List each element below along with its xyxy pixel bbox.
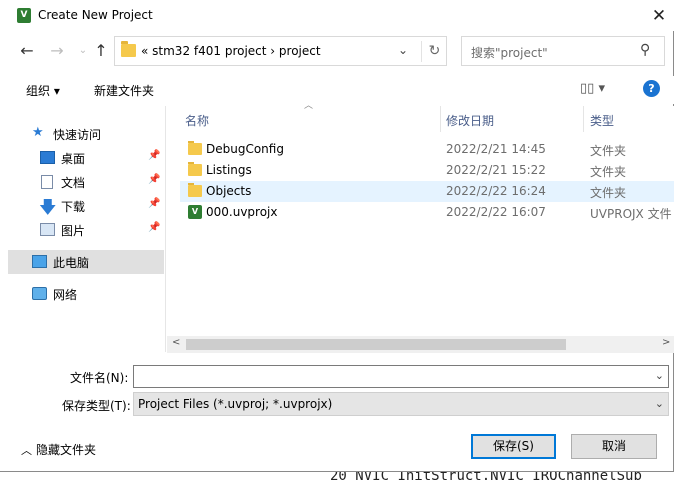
column-header-name[interactable]: 名称 xyxy=(185,112,209,129)
pin-icon: 📌 xyxy=(148,222,161,233)
save-button[interactable]: 保存(S) xyxy=(471,434,556,459)
sidebar-item-downloads[interactable]: 🡇 下载 📌 xyxy=(8,194,164,218)
back-arrow-icon: ← xyxy=(20,41,34,60)
chevron-down-icon[interactable]: ⌄ xyxy=(398,43,408,57)
folder-icon xyxy=(188,183,202,197)
sidebar-item-this-pc[interactable]: 此电脑 xyxy=(8,250,164,274)
chevron-down-icon: ⌄ xyxy=(654,397,664,410)
help-icon[interactable]: ? xyxy=(643,80,660,97)
chevron-down-icon[interactable]: ⌄ xyxy=(655,369,664,382)
sort-caret-icon: ︿ xyxy=(304,101,314,111)
horizontal-scrollbar[interactable]: < > xyxy=(167,336,674,353)
filetype-value: Project Files (*.uvproj; *.uvprojx) xyxy=(138,397,333,411)
view-options-button[interactable]: ▯▯ ▾ xyxy=(580,81,605,96)
sidebar-item-documents[interactable]: 文档 📌 xyxy=(8,170,164,194)
background-editor xyxy=(674,0,683,480)
computer-icon xyxy=(32,255,47,268)
new-folder-button[interactable]: 新建文件夹 xyxy=(94,82,154,99)
search-input[interactable]: 搜索"project" xyxy=(471,44,548,61)
list-item[interactable]: DebugConfig 2022/2/21 14:45 文件夹 xyxy=(180,139,674,160)
folder-icon xyxy=(188,162,202,176)
network-icon xyxy=(32,287,47,300)
chevron-up-icon: ︿ xyxy=(21,444,32,457)
window-title: Create New Project xyxy=(38,8,153,22)
document-icon xyxy=(41,175,53,189)
column-header-date[interactable]: 修改日期 xyxy=(446,112,494,129)
refresh-button[interactable]: ↻ xyxy=(421,41,447,62)
cancel-button[interactable]: 取消 xyxy=(571,434,657,459)
scroll-left-icon[interactable]: < xyxy=(172,337,180,348)
uv-icon: V xyxy=(17,8,31,23)
scrollbar-thumb[interactable] xyxy=(186,339,566,350)
organize-button[interactable]: 组织 ▾ xyxy=(26,82,60,99)
hide-folders-toggle[interactable]: ︿ 隐藏文件夹 xyxy=(21,441,96,458)
filename-field[interactable]: ⌄ xyxy=(133,365,669,388)
search-icon[interactable]: ⚲ xyxy=(640,42,650,58)
list-item[interactable]: Objects 2022/2/22 16:24 文件夹 xyxy=(180,181,674,202)
back-button[interactable]: ← xyxy=(16,40,38,62)
column-divider[interactable] xyxy=(583,106,584,132)
filename-label: 文件名(N): xyxy=(70,371,129,385)
pin-icon: 📌 xyxy=(148,150,161,161)
folder-icon xyxy=(121,41,136,57)
sidebar-item-desktop[interactable]: 桌面 📌 xyxy=(8,146,164,170)
up-button[interactable]: ↑ xyxy=(90,40,112,62)
forward-arrow-icon: → xyxy=(50,41,64,60)
sidebar-item-quick-access[interactable]: ★ 快速访问 xyxy=(8,122,164,146)
scroll-right-icon[interactable]: > xyxy=(662,337,670,348)
filetype-select[interactable]: Project Files (*.uvproj; *.uvprojx) ⌄ xyxy=(133,392,669,416)
up-arrow-icon: ↑ xyxy=(94,41,108,60)
chevron-down-icon: ⌄ xyxy=(78,45,88,56)
search-box[interactable]: 搜索"project" ⚲ xyxy=(461,36,665,66)
close-icon: ✕ xyxy=(651,6,667,26)
background-editor-bottom: 20 NVIC_InitStruct.NVIC_IRQChannelSub xyxy=(0,472,683,480)
sidebar-item-pictures[interactable]: 图片 📌 xyxy=(8,218,164,242)
pictures-icon xyxy=(40,223,55,236)
address-bar[interactable]: « stm32 f401 project › project ⌄ ↻ xyxy=(114,36,447,66)
pin-icon: 📌 xyxy=(148,198,161,209)
filetype-label: 保存类型(T): xyxy=(62,399,131,413)
pin-icon: 📌 xyxy=(148,174,161,185)
column-divider[interactable] xyxy=(440,106,441,132)
save-dialog: V Create New Project ✕ ← → ⌄ ↑ « stm32 f… xyxy=(0,0,674,472)
refresh-icon: ↻ xyxy=(428,43,441,59)
column-header-type[interactable]: 类型 xyxy=(590,112,614,129)
desktop-icon xyxy=(40,151,55,164)
list-item[interactable]: Listings 2022/2/21 15:22 文件夹 xyxy=(180,160,674,181)
star-icon: ★ xyxy=(32,125,44,140)
list-item[interactable]: V 000.uvprojx 2022/2/22 16:07 UVPROJX 文件 xyxy=(180,202,674,223)
close-button[interactable]: ✕ xyxy=(644,3,674,29)
breadcrumb[interactable]: « stm32 f401 project › project xyxy=(141,44,321,58)
download-icon: 🡇 xyxy=(39,198,57,218)
background-code-line: 20 NVIC_InitStruct.NVIC_IRQChannelSub xyxy=(330,472,642,480)
uvprojx-file-icon: V xyxy=(188,205,202,219)
forward-button[interactable]: → xyxy=(46,40,68,62)
navigation-pane: ★ 快速访问 桌面 📌 文档 📌 🡇 下载 📌 图片 📌 此电脑 网络 xyxy=(8,106,166,352)
sidebar-item-network[interactable]: 网络 xyxy=(8,282,164,306)
folder-icon xyxy=(188,141,202,155)
